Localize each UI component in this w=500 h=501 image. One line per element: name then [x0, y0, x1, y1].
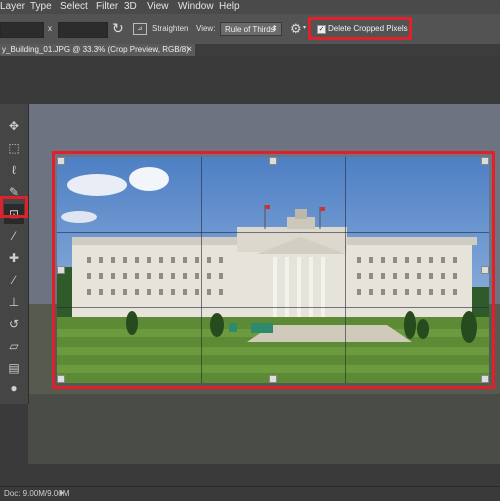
move-icon[interactable]: ✥	[4, 116, 24, 136]
status-arrow-icon[interactable]: ▸	[60, 488, 64, 497]
menu-select[interactable]: Select	[60, 1, 88, 12]
lasso-icon[interactable]: ℓ	[4, 160, 24, 180]
status-bar: Doc: 9.00M/9.00M ▸	[0, 486, 500, 501]
document-tab-bar: y_Building_01.JPG @ 33.3% (Crop Preview,…	[0, 44, 500, 56]
highlight-crop-area	[52, 151, 495, 389]
menu-window[interactable]: Window	[178, 1, 214, 12]
swap-x-label: x	[48, 24, 52, 33]
eraser-icon[interactable]: ▱	[4, 336, 24, 356]
height-field[interactable]	[58, 22, 108, 38]
highlight-crop-tool	[0, 196, 28, 218]
gear-dropdown-icon[interactable]: ▾	[303, 24, 306, 31]
view-overlay-select[interactable]: Rule of Thirds ⬍	[220, 22, 282, 36]
highlight-delete-cropped	[308, 17, 412, 40]
document-title: y_Building_01.JPG @ 33.3% (Crop Preview,…	[2, 45, 189, 54]
width-field[interactable]	[0, 22, 44, 38]
tools-panel: ✥ ⬚ ℓ ✎ ⊡ ⁄ ✚ ∕ ⊥ ↺ ▱ ▤ ●	[0, 104, 29, 404]
eyedropper-icon[interactable]: ⁄	[4, 226, 24, 246]
menu-3d[interactable]: 3D	[124, 1, 137, 12]
menu-help[interactable]: Help	[219, 1, 240, 12]
menu-bar: Layer Type Select Filter 3D View Window …	[0, 0, 500, 14]
healing-brush-icon[interactable]: ✚	[4, 248, 24, 268]
close-tab-icon[interactable]: ×	[187, 44, 192, 54]
gradient-icon[interactable]: ▤	[4, 358, 24, 378]
brush-icon[interactable]: ∕	[4, 270, 24, 290]
menu-view[interactable]: View	[147, 1, 169, 12]
chevron-updown-icon: ⬍	[271, 24, 278, 33]
settings-gear-icon[interactable]: ⚙	[290, 21, 302, 37]
clone-stamp-icon[interactable]: ⊥	[4, 292, 24, 312]
straighten-button[interactable]: Straighten	[152, 24, 188, 33]
view-label: View:	[196, 24, 216, 33]
menu-filter[interactable]: Filter	[96, 1, 118, 12]
marquee-icon[interactable]: ⬚	[4, 138, 24, 158]
document-tab[interactable]: y_Building_01.JPG @ 33.3% (Crop Preview,…	[0, 44, 195, 56]
straighten-icon[interactable]: ⊿	[133, 23, 147, 35]
menu-type[interactable]: Type	[30, 1, 52, 12]
view-overlay-value: Rule of Thirds	[225, 25, 275, 34]
history-brush-icon[interactable]: ↺	[4, 314, 24, 334]
blur-icon[interactable]: ●	[4, 378, 24, 398]
swap-dimensions-icon[interactable]: ↻	[112, 20, 124, 37]
menu-layer[interactable]: Layer	[0, 1, 25, 12]
